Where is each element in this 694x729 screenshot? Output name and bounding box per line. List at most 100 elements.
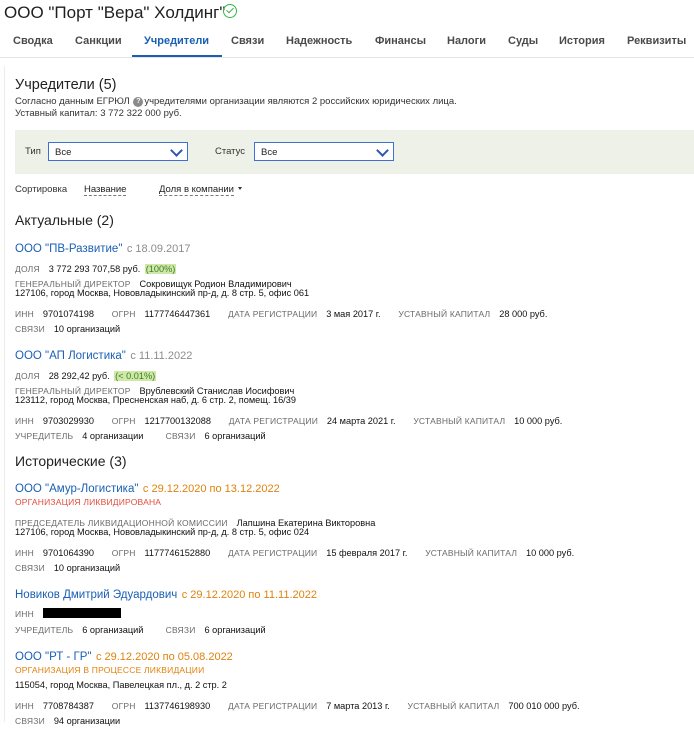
filter-bar: Тип Все Статус Все: [15, 130, 694, 174]
share-percent: (< 0.01%): [114, 371, 157, 381]
type-filter-select[interactable]: Все: [48, 142, 188, 161]
reg-date-value: 3 мая 2017 г.: [326, 309, 381, 319]
inn-value: 9701064390: [42, 548, 94, 558]
tab-sanctions[interactable]: Санкции: [75, 35, 122, 47]
verified-check-icon: [223, 4, 237, 18]
status-liquidated: ОРГАНИЗАЦИЯ ЛИКВИДИРОВАНА: [15, 497, 162, 507]
authorized-capital: Уставный капитал: 3 772 322 000 руб.: [15, 108, 182, 119]
founder-link[interactable]: 4 организации: [82, 431, 143, 441]
capital-label: УСТАВНЫЙ КАПИТАЛ: [413, 416, 506, 426]
links-link[interactable]: 10 организаций: [54, 563, 120, 573]
org-link[interactable]: ООО "РТ - ГР": [15, 651, 92, 663]
sort-label: Сортировка: [15, 184, 68, 195]
org-link[interactable]: ООО "Амур-Логистика": [15, 483, 138, 495]
tab-founders[interactable]: Учредители: [144, 35, 209, 47]
links-label: СВЯЗИ: [15, 716, 45, 726]
inn-label: ИНН: [15, 416, 34, 426]
tab-courts[interactable]: Суды: [508, 35, 538, 47]
reg-date-label: ДАТА РЕГИСТРАЦИИ: [228, 701, 318, 711]
org-link[interactable]: ООО "АП Логистика": [15, 350, 126, 362]
founder-item-amur-logistika: ООО "Амур-Логистика" с 29.12.2020 по 13.…: [15, 479, 280, 497]
description-text-2: учредителями организации являются 2 росс…: [144, 96, 457, 107]
ogrn-label: ОГРН: [111, 416, 136, 426]
inn-label: ИНН: [15, 609, 34, 619]
tab-links[interactable]: Связи: [231, 35, 264, 47]
inn-value: 9703029930: [42, 416, 94, 426]
links-link[interactable]: 6 организаций: [204, 625, 265, 635]
since-date: с 18.09.2017: [126, 243, 191, 255]
company-title: ООО "Порт "Вера" Холдинг": [4, 3, 226, 22]
tab-reliability[interactable]: Надежность: [286, 35, 352, 47]
capital-value: 10 000 руб.: [514, 416, 563, 426]
status-filter-select[interactable]: Все: [254, 142, 394, 161]
caret-down-icon: [238, 187, 242, 190]
founder-link[interactable]: 6 организаций: [82, 625, 143, 635]
company-header: ООО "Порт "Вера" Холдинг" Сводка Санкции…: [0, 0, 694, 66]
founder-label: УЧРЕДИТЕЛЬ: [15, 431, 74, 441]
reg-date-value: 15 февраля 2017 г.: [326, 548, 408, 558]
chevron-down-icon: [376, 144, 389, 157]
person-link[interactable]: Новиков Дмитрий Эдуардович: [15, 589, 177, 601]
capital-value: 700 010 000 руб.: [508, 701, 580, 711]
tab-finance[interactable]: Финансы: [375, 35, 426, 47]
founder-links-row: УЧРЕДИТЕЛЬ 6 организаций СВЯЗИ 6 организ…: [15, 620, 266, 638]
sort-by-name[interactable]: Название: [84, 184, 127, 196]
capital-value: 10 000 руб.: [526, 548, 575, 558]
period-dates: с 29.12.2020 по 11.11.2022: [181, 589, 317, 601]
inn-value: 9701074198: [42, 309, 94, 319]
inn-label: ИНН: [15, 701, 34, 711]
links-link[interactable]: 10 организаций: [54, 324, 120, 334]
sort-by-name-text: Название: [84, 184, 127, 196]
address: 127106, город Москва, Нововладыкинский п…: [15, 527, 310, 537]
capital-label: УСТАВНЫЙ КАПИТАЛ: [407, 701, 500, 711]
tab-requisites[interactable]: Реквизиты: [627, 35, 686, 47]
founder-item-person: Новиков Дмитрий Эдуардович с 29.12.2020 …: [15, 585, 317, 603]
founder-item-rt-gr: ООО "РТ - ГР" с 29.12.2020 по 05.08.2022: [15, 647, 233, 665]
links-link[interactable]: 6 организаций: [204, 431, 265, 441]
founder-label: УЧРЕДИТЕЛЬ: [15, 625, 74, 635]
links-label: СВЯЗИ: [15, 324, 45, 334]
tab-summary[interactable]: Сводка: [13, 35, 53, 47]
capital-label: УСТАВНЫЙ КАПИТАЛ: [398, 309, 491, 319]
tab-history[interactable]: История: [559, 35, 605, 47]
info-icon[interactable]: ?: [133, 97, 144, 107]
inn-label: ИНН: [15, 309, 34, 319]
address: 127106, город Москва, Нововладыкинский п…: [15, 288, 310, 298]
type-filter-label: Тип: [25, 146, 41, 157]
share-value: 28 292,42 руб.: [48, 371, 110, 381]
links-row: СВЯЗИ 94 организации: [15, 711, 120, 729]
period-dates: с 29.12.2020 по 05.08.2022: [95, 651, 233, 663]
reg-date-label: ДАТА РЕГИСТРАЦИИ: [228, 416, 318, 426]
section-title: Учредители (5): [15, 77, 117, 93]
address: 115054, город Москва, Павелецкая пл., д.…: [15, 680, 227, 690]
ogrn-value: 1137746198930: [144, 701, 211, 711]
group-actual-title: Актуальные (2): [15, 212, 114, 228]
ogrn-value: 1177746152880: [144, 548, 211, 558]
status-filter-value: Все: [261, 147, 278, 158]
redacted-inn: [42, 608, 121, 618]
reg-date-label: ДАТА РЕГИСТРАЦИИ: [228, 548, 318, 558]
since-date: с 11.11.2022: [130, 350, 193, 362]
capital-value: 28 000 руб.: [499, 309, 548, 319]
links-label: СВЯЗИ: [15, 563, 45, 573]
group-historical-title: Исторические (3): [15, 453, 127, 469]
sort-by-share-text: Доля в компании: [159, 184, 234, 196]
founder-item-ap-logistika: ООО "АП Логистика" с 11.11.2022: [15, 346, 192, 364]
ogrn-value: 1217700132088: [144, 416, 211, 426]
chevron-down-icon: [170, 144, 183, 157]
sort-by-share[interactable]: Доля в компании: [159, 184, 242, 196]
status-liquidating: ОРГАНИЗАЦИЯ В ПРОЦЕССЕ ЛИКВИДАЦИИ: [15, 665, 205, 675]
org-link[interactable]: ООО "ПВ-Развитие": [15, 243, 122, 255]
links-label: СВЯЗИ: [165, 625, 196, 635]
links-link[interactable]: 94 организации: [54, 716, 120, 726]
period-dates: с 29.12.2020 по 13.12.2022: [142, 483, 280, 495]
tab-bar: Сводка Санкции Учредители Связи Надежнос…: [0, 30, 694, 58]
ogrn-label: ОГРН: [111, 309, 136, 319]
founder-links-row: УЧРЕДИТЕЛЬ 4 организации СВЯЗИ 6 организ…: [15, 426, 266, 444]
tab-taxes[interactable]: Налоги: [447, 35, 486, 47]
tabs-divider: [0, 57, 694, 58]
ogrn-label: ОГРН: [111, 548, 136, 558]
share-percent: (100%): [144, 264, 177, 274]
founders-panel: Учредители (5) Согласно данным ЕГРЮЛ ? уч…: [4, 66, 694, 726]
links-row: СВЯЗИ 10 организаций: [15, 558, 120, 576]
